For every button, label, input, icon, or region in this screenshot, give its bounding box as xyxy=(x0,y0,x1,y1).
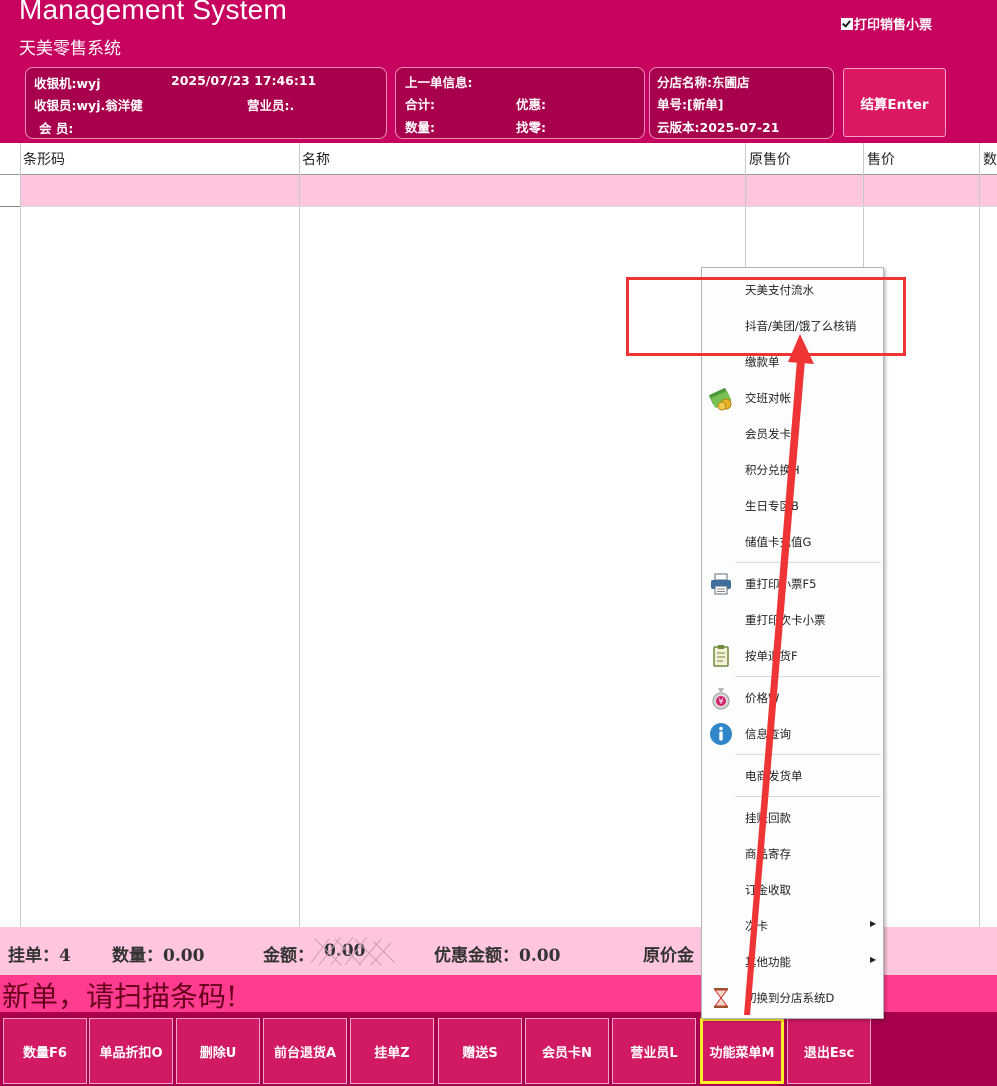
total-quantity: 数量：0.00 xyxy=(112,946,205,966)
grid-divider xyxy=(299,143,300,927)
cashier-label: 收银员:wyj.翁洋健 xyxy=(34,98,143,113)
front-return-button[interactable]: 前台退货A xyxy=(263,1018,347,1084)
money-bag-icon: ¥ xyxy=(712,688,730,710)
menu-item-deposit-collection[interactable]: 订金收取 xyxy=(702,873,883,905)
exit-button[interactable]: 退出Esc xyxy=(787,1018,871,1084)
grid-divider xyxy=(20,206,997,207)
menu-item-info-query[interactable]: 信息查询 xyxy=(702,717,883,749)
register-label: 收银机:wyj xyxy=(34,76,101,91)
menu-item-credit-repayment[interactable]: 挂账回款 xyxy=(702,801,883,833)
quantity-button[interactable]: 数量F6 xyxy=(3,1018,87,1084)
last-order-title: 上一单信息: xyxy=(405,75,473,90)
column-price[interactable]: 售价 xyxy=(867,149,895,169)
store-name: 分店名称:东圃店 xyxy=(657,75,750,90)
column-original-price[interactable]: 原售价 xyxy=(749,149,791,169)
datetime-label: 2025/07/23 17:46:11 xyxy=(171,73,317,88)
function-key-bar: 数量F6 单品折扣O 删除U 前台退货A 挂单Z 赠送S 会员卡N 营业员L 功… xyxy=(0,1012,997,1086)
member-label: 会 员: xyxy=(39,121,74,136)
function-menu-button[interactable]: 功能菜单M xyxy=(700,1018,784,1084)
money-coins-icon xyxy=(709,387,732,411)
menu-separator xyxy=(735,796,881,797)
menu-item-reprint-receipt[interactable]: 重打印小票F5 xyxy=(702,567,883,599)
table-row[interactable] xyxy=(20,175,997,206)
menu-item-count-card[interactable]: 次卡 ▶ xyxy=(702,909,883,941)
salesperson-button[interactable]: 营业员L xyxy=(612,1018,696,1084)
function-context-menu: 天美支付流水 抖音/美团/饿了么核销 缴款单 交班对帐 会员发卡V 积分兑换H … xyxy=(701,267,884,1019)
app-title: Management System xyxy=(19,0,287,25)
hourglass-icon xyxy=(714,988,728,1008)
menu-item-member-card-issue[interactable]: 会员发卡V xyxy=(702,417,883,449)
checkbox-checked-icon[interactable] xyxy=(841,17,853,30)
submenu-arrow-icon: ▶ xyxy=(870,919,877,928)
original-price-total: 原价金 xyxy=(643,946,694,966)
store-info-panel: 分店名称:东圃店 单号:[新单] 云版本:2025-07-21 xyxy=(649,67,834,139)
menu-item-switch-branch-system[interactable]: 切换到分店系统D xyxy=(702,981,883,1013)
last-order-panel: 上一单信息: 合计: 优惠: 数量: 找零: xyxy=(395,67,645,139)
pending-orders-count: 挂单：4 xyxy=(8,946,71,966)
app-header: Management System 天美零售系统 打印销售小票 收银机:wyj … xyxy=(0,0,997,143)
menu-item-platform-verify[interactable]: 抖音/美团/饿了么核销 xyxy=(702,309,883,341)
clipboard-icon xyxy=(713,645,729,667)
delete-button[interactable]: 删除U xyxy=(176,1018,260,1084)
menu-separator xyxy=(735,562,881,563)
hold-order-button[interactable]: 挂单Z xyxy=(350,1018,434,1084)
last-order-quantity: 数量: xyxy=(405,120,435,135)
menu-separator xyxy=(735,754,881,755)
last-order-total: 合计: xyxy=(405,97,435,112)
svg-text:¥: ¥ xyxy=(718,697,723,706)
grid-divider xyxy=(20,143,21,927)
item-discount-button[interactable]: 单品折扣O xyxy=(89,1018,173,1084)
last-order-change: 找零: xyxy=(516,120,546,135)
menu-item-shift-reconcile[interactable]: 交班对帐 xyxy=(702,381,883,413)
discount-amount: 优惠金额：0.00 xyxy=(434,946,561,966)
scan-prompt: 新单，请扫描条码! xyxy=(2,980,238,1013)
menu-separator xyxy=(735,676,881,677)
scribble-mark xyxy=(310,936,396,966)
menu-item-payment-slip[interactable]: 缴款单 xyxy=(702,345,883,377)
grid-header: 条形码 名称 原售价 售价 数 xyxy=(0,143,997,175)
column-quantity[interactable]: 数 xyxy=(983,149,997,169)
salesperson-label: 营业员:. xyxy=(247,98,295,113)
menu-item-birthday-zone[interactable]: 生日专区B xyxy=(702,489,883,521)
settle-button[interactable]: 结算Enter xyxy=(843,68,946,137)
member-card-button[interactable]: 会员卡N xyxy=(525,1018,609,1084)
menu-item-goods-storage[interactable]: 商品寄存 xyxy=(702,837,883,869)
gift-button[interactable]: 赠送S xyxy=(438,1018,522,1084)
app-subtitle: 天美零售系统 xyxy=(19,39,121,59)
column-name[interactable]: 名称 xyxy=(302,149,330,169)
print-receipt-checkbox[interactable]: 打印销售小票 xyxy=(841,14,932,33)
menu-item-other-functions[interactable]: 其他功能 ▶ xyxy=(702,945,883,977)
cashier-info-panel: 收银机:wyj 2025/07/23 17:46:11 收银员:wyj.翁洋健 … xyxy=(25,67,387,139)
menu-item-payment-flow[interactable]: 天美支付流水 xyxy=(702,273,883,305)
column-barcode[interactable]: 条形码 xyxy=(23,149,65,169)
menu-item-return-by-order[interactable]: 按单退货F xyxy=(702,639,883,671)
menu-item-reprint-card-receipt[interactable]: 重打印次卡小票 xyxy=(702,603,883,635)
printer-icon xyxy=(711,573,731,595)
menu-item-stored-value-recharge[interactable]: 储值卡充值G xyxy=(702,525,883,557)
grid-divider xyxy=(0,206,20,207)
menu-item-price[interactable]: ¥ 价格W xyxy=(702,681,883,713)
submenu-arrow-icon: ▶ xyxy=(870,955,877,964)
cloud-version: 云版本:2025-07-21 xyxy=(657,120,780,135)
info-icon xyxy=(710,723,732,745)
order-number: 单号:[新单] xyxy=(657,97,724,112)
last-order-discount: 优惠: xyxy=(516,97,546,112)
menu-item-points-exchange[interactable]: 积分兑换H xyxy=(702,453,883,485)
menu-item-ecommerce-shipping[interactable]: 电商发货单 xyxy=(702,759,883,791)
grid-divider xyxy=(979,143,980,927)
print-receipt-label: 打印销售小票 xyxy=(854,18,933,33)
